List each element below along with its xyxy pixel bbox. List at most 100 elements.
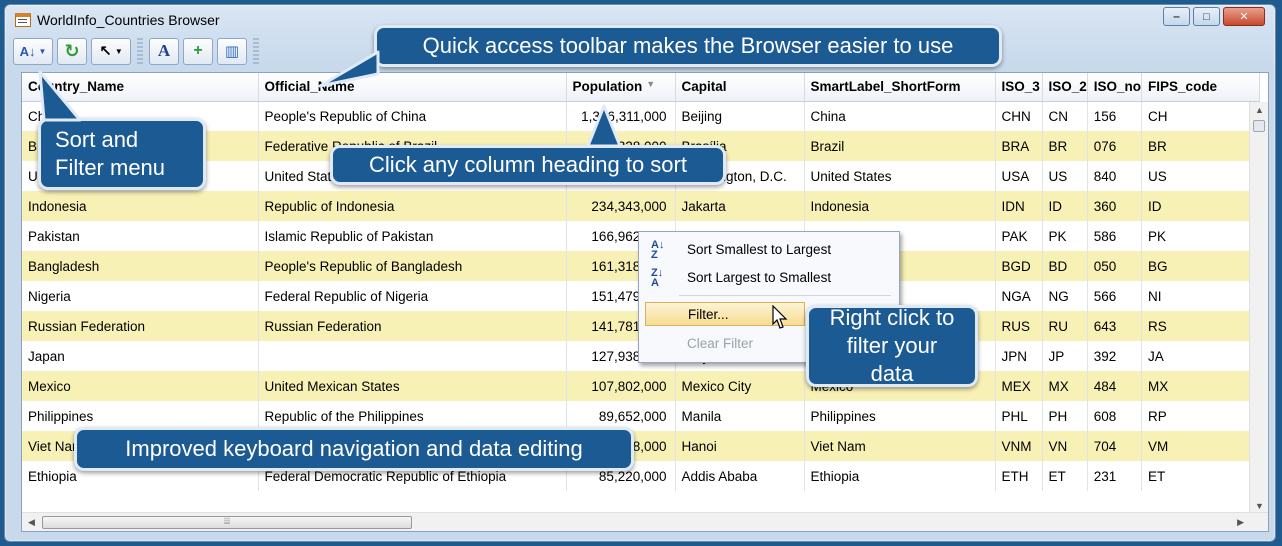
table-cell[interactable]: Indonesia — [804, 191, 996, 221]
table-cell[interactable]: PHL — [995, 401, 1043, 431]
table-cell[interactable]: USA — [995, 161, 1043, 191]
table-cell[interactable]: Addis Ababa — [675, 461, 805, 491]
table-cell[interactable]: 234,343,000 — [566, 191, 676, 221]
column-header-iso-2[interactable]: ISO_2 — [1042, 73, 1088, 102]
column-header-population[interactable]: Population ▼ — [566, 73, 676, 102]
table-cell[interactable]: US — [1042, 161, 1088, 191]
table-cell[interactable]: 608 — [1087, 401, 1143, 431]
table-cell[interactable]: ID — [1141, 191, 1261, 221]
table-cell[interactable]: Beijing — [675, 101, 805, 131]
table-row[interactable]: Mexico United Mexican States 107,802,000 Me… — [22, 371, 1261, 401]
table-cell[interactable]: Japan — [22, 341, 259, 371]
table-cell[interactable]: RU — [1042, 311, 1088, 341]
table-cell[interactable]: MX — [1042, 371, 1088, 401]
table-row[interactable]: ChinaPeople's Republic of China1,316,311… — [22, 101, 1261, 131]
scroll-right-icon[interactable]: ▶ — [1237, 517, 1244, 528]
table-cell[interactable]: Viet Nam — [804, 431, 996, 461]
close-button[interactable]: ✕ — [1223, 7, 1265, 26]
horizontal-scroll-thumb[interactable]: ⦙⦙⦙ — [42, 516, 412, 529]
vertical-scrollbar[interactable]: ▲ ▼ — [1249, 102, 1268, 514]
table-cell[interactable]: VM — [1141, 431, 1261, 461]
table-cell[interactable]: CHN — [995, 101, 1043, 131]
table-cell[interactable]: BGD — [995, 251, 1043, 281]
table-cell[interactable]: People's Republic of China — [258, 101, 567, 131]
table-cell[interactable]: United States — [804, 161, 996, 191]
column-header-capital[interactable]: Capital — [675, 73, 805, 102]
table-cell[interactable]: 076 — [1087, 131, 1143, 161]
table-cell[interactable]: 566 — [1087, 281, 1143, 311]
table-cell[interactable]: Federal Republic of Nigeria — [258, 281, 567, 311]
table-cell[interactable]: PK — [1042, 221, 1088, 251]
scroll-up-icon[interactable]: ▲ — [1255, 105, 1264, 115]
table-cell[interactable]: Philippines — [804, 401, 996, 431]
table-cell[interactable]: PAK — [995, 221, 1043, 251]
table-cell[interactable]: VNM — [995, 431, 1043, 461]
table-cell[interactable]: Pakistan — [22, 221, 259, 251]
table-cell[interactable]: Hanoi — [675, 431, 805, 461]
table-cell[interactable]: NG — [1042, 281, 1088, 311]
table-cell[interactable]: China — [804, 101, 996, 131]
table-cell[interactable]: ID — [1042, 191, 1088, 221]
table-cell[interactable]: Brazil — [804, 131, 996, 161]
sort-ascending-menu-item[interactable]: A↓ Z Sort Smallest to Largest — [639, 238, 899, 262]
table-cell[interactable]: CH — [1141, 101, 1261, 131]
table-cell[interactable]: MEX — [995, 371, 1043, 401]
refresh-button[interactable]: ↻ — [57, 37, 87, 65]
table-cell[interactable]: 107,802,000 — [566, 371, 676, 401]
sort-descending-menu-item[interactable]: Z↓ A Sort Largest to Smallest — [639, 266, 899, 290]
table-cell[interactable]: 484 — [1087, 371, 1143, 401]
table-row[interactable]: Indonesia Republic of Indonesia 234,343,00… — [22, 191, 1261, 221]
scroll-down-icon[interactable]: ▼ — [1255, 501, 1264, 511]
table-cell[interactable]: Indonesia — [22, 191, 259, 221]
table-cell[interactable]: ET — [1042, 461, 1088, 491]
table-cell[interactable]: 586 — [1087, 221, 1143, 251]
add-record-button[interactable]: + — [183, 37, 213, 65]
table-cell[interactable]: Islamic Republic of Pakistan — [258, 221, 567, 251]
table-cell[interactable]: United Mexican States — [258, 371, 567, 401]
table-cell[interactable]: Republic of Indonesia — [258, 191, 567, 221]
column-header-fips-code[interactable]: FIPS_code — [1141, 73, 1261, 102]
table-cell[interactable]: 360 — [1087, 191, 1143, 221]
table-cell[interactable]: BR — [1042, 131, 1088, 161]
table-cell[interactable]: BG — [1141, 251, 1261, 281]
table-cell[interactable]: PK — [1141, 221, 1261, 251]
table-cell[interactable] — [258, 341, 567, 371]
table-cell[interactable]: BD — [1042, 251, 1088, 281]
table-cell[interactable]: Ethiopia — [804, 461, 996, 491]
table-cell[interactable]: 050 — [1087, 251, 1143, 281]
table-cell[interactable]: JPN — [995, 341, 1043, 371]
vertical-scroll-thumb[interactable] — [1253, 120, 1265, 132]
table-cell[interactable]: Mexico City — [675, 371, 805, 401]
table-cell[interactable]: JA — [1141, 341, 1261, 371]
horizontal-scrollbar[interactable]: ◀ ⦙⦙⦙ ▶ — [22, 512, 1268, 531]
table-cell[interactable]: Russian Federation — [258, 311, 567, 341]
table-cell[interactable]: Bangladesh — [22, 251, 259, 281]
table-cell[interactable]: VN — [1042, 431, 1088, 461]
table-cell[interactable]: PH — [1042, 401, 1088, 431]
table-cell[interactable]: ETH — [995, 461, 1043, 491]
table-cell[interactable]: 840 — [1087, 161, 1143, 191]
columns-button[interactable]: ▥ — [217, 37, 247, 65]
table-cell[interactable]: 156 — [1087, 101, 1143, 131]
table-cell[interactable]: 392 — [1087, 341, 1143, 371]
table-cell[interactable]: 704 — [1087, 431, 1143, 461]
table-cell[interactable]: IDN — [995, 191, 1043, 221]
table-cell[interactable]: Jakarta — [675, 191, 805, 221]
table-cell[interactable]: RUS — [995, 311, 1043, 341]
table-cell[interactable]: MX — [1141, 371, 1261, 401]
table-cell[interactable]: NI — [1141, 281, 1261, 311]
table-cell[interactable]: Mexico — [22, 371, 259, 401]
text-style-button[interactable]: A — [149, 37, 179, 65]
table-cell[interactable]: 231 — [1087, 461, 1143, 491]
table-cell[interactable]: Nigeria — [22, 281, 259, 311]
minimize-button[interactable]: ‒ — [1163, 7, 1190, 26]
table-cell[interactable]: Russian Federation — [22, 311, 259, 341]
select-tool-button[interactable]: ↖ ▼ — [91, 37, 131, 65]
table-cell[interactable]: JP — [1042, 341, 1088, 371]
column-header-smartlabel-shortform[interactable]: SmartLabel_ShortForm — [804, 73, 996, 102]
table-cell[interactable]: 643 — [1087, 311, 1143, 341]
table-cell[interactable]: Manila — [675, 401, 805, 431]
table-cell[interactable]: People's Republic of Bangladesh — [258, 251, 567, 281]
sort-filter-button[interactable]: A↓ ▼ — [13, 37, 53, 65]
table-cell[interactable]: BRA — [995, 131, 1043, 161]
